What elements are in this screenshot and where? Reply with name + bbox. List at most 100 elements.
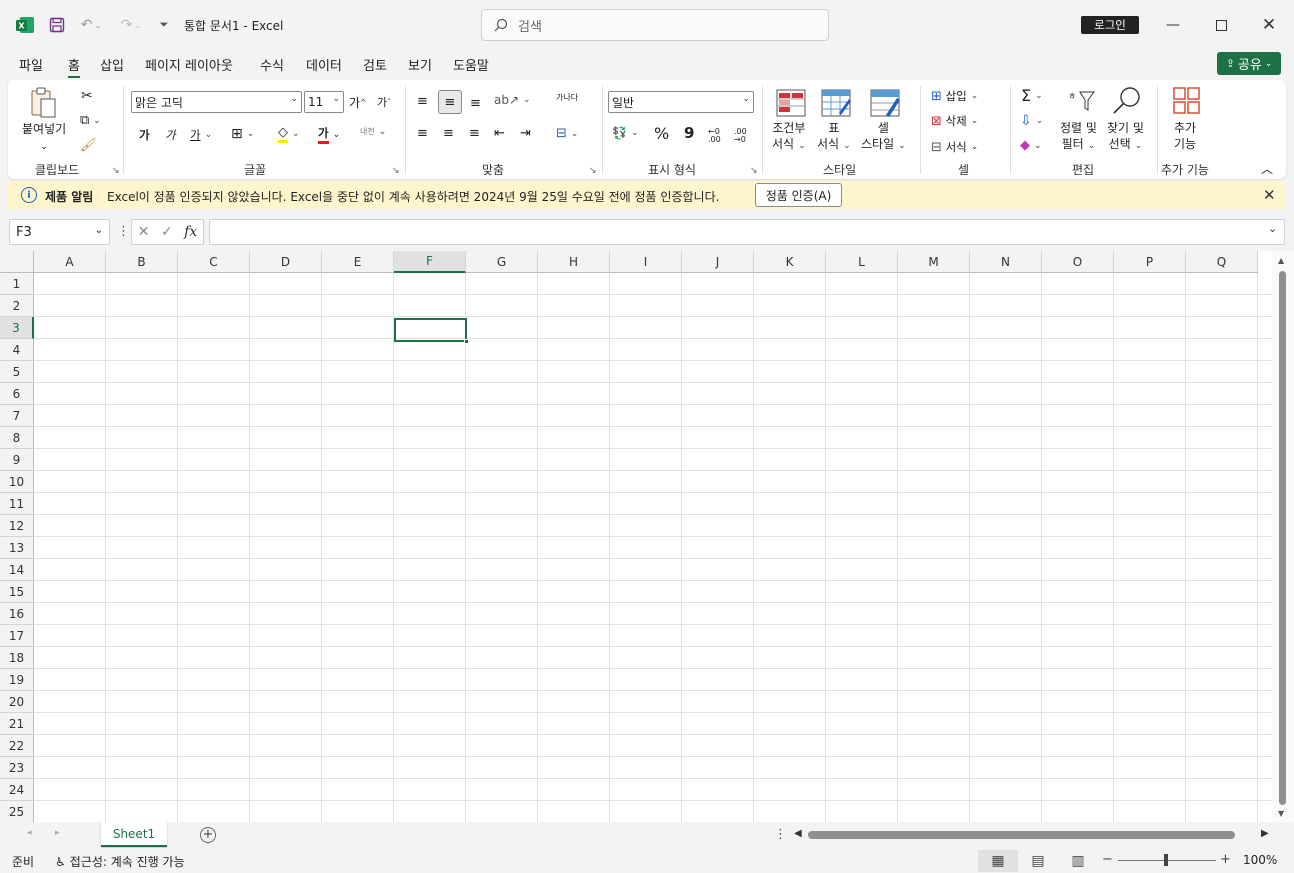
row-header[interactable]: 10 bbox=[0, 471, 34, 493]
row-header[interactable]: 16 bbox=[0, 603, 34, 625]
column-header[interactable]: K bbox=[754, 251, 826, 273]
conditional-formatting-button[interactable]: 조건부 서식 ⌄ bbox=[772, 120, 806, 154]
cell-styles-icon[interactable] bbox=[870, 89, 900, 117]
active-cell[interactable] bbox=[394, 318, 467, 342]
format-painter-icon[interactable]: 🖌 bbox=[80, 138, 97, 153]
borders-icon[interactable]: ⊞ ⌄ bbox=[231, 126, 254, 142]
increase-decimal-button[interactable]: ←0 .00 bbox=[708, 128, 726, 144]
align-bottom-icon[interactable]: ≡ bbox=[470, 96, 481, 111]
fill-handle[interactable] bbox=[464, 339, 469, 344]
align-center-icon[interactable]: ≡ bbox=[443, 126, 454, 141]
column-header[interactable]: A bbox=[34, 251, 106, 273]
wrap-text-button[interactable]: 가나다 bbox=[556, 94, 578, 102]
formula-input[interactable] bbox=[209, 219, 1285, 245]
close-notice-icon[interactable]: ✕ bbox=[1263, 186, 1276, 204]
enter-icon[interactable]: ✓ bbox=[161, 224, 173, 240]
tab-view[interactable]: 보기 bbox=[408, 55, 432, 74]
maximize-icon[interactable] bbox=[1210, 14, 1232, 36]
tab-insert[interactable]: 삽입 bbox=[100, 55, 124, 74]
column-header[interactable]: G bbox=[466, 251, 538, 273]
delete-cells-button[interactable]: ⊠ 삭제 ⌄ bbox=[931, 113, 978, 129]
cut-icon[interactable]: ✂ bbox=[81, 88, 93, 104]
zoom-slider-thumb[interactable] bbox=[1164, 854, 1168, 866]
column-header[interactable]: Q bbox=[1186, 251, 1258, 273]
tab-file[interactable]: 파일 bbox=[19, 55, 43, 74]
font-size-select[interactable]: 11 ⌄ bbox=[304, 91, 344, 113]
more-options-icon[interactable]: ⋮ bbox=[117, 224, 130, 239]
scroll-up-icon[interactable]: ▲ bbox=[1278, 256, 1284, 265]
row-header[interactable]: 17 bbox=[0, 625, 34, 647]
tab-review[interactable]: 검토 bbox=[363, 55, 387, 74]
column-header[interactable]: J bbox=[682, 251, 754, 273]
row-header[interactable]: 4 bbox=[0, 339, 34, 361]
align-top-icon[interactable]: ≡ bbox=[417, 94, 428, 109]
scroll-down-icon[interactable]: ▼ bbox=[1278, 809, 1284, 818]
zoom-out-icon[interactable]: − bbox=[1102, 852, 1113, 867]
column-header[interactable]: F bbox=[394, 251, 466, 273]
phonetic-button[interactable]: 내천 ⌄ bbox=[360, 126, 386, 137]
customize-quick-access-icon[interactable]: ⏷ bbox=[153, 14, 175, 36]
scroll-right-icon[interactable]: ▶ bbox=[1261, 828, 1269, 839]
copy-icon[interactable]: ⧉ ⌄ bbox=[80, 113, 101, 128]
align-middle-icon[interactable]: ≡ bbox=[438, 90, 462, 114]
column-header[interactable]: B bbox=[106, 251, 178, 273]
sort-filter-icon[interactable]: ㅎ bbox=[1066, 88, 1096, 114]
row-header[interactable]: 15 bbox=[0, 581, 34, 603]
column-header[interactable]: D bbox=[250, 251, 322, 273]
row-header[interactable]: 12 bbox=[0, 515, 34, 537]
tab-data[interactable]: 데이터 bbox=[306, 55, 342, 74]
number-format-select[interactable]: 일반 ⌄ bbox=[608, 91, 754, 113]
page-layout-view-icon[interactable]: ▤ bbox=[1018, 850, 1058, 872]
row-header[interactable]: 25 bbox=[0, 801, 34, 823]
column-header[interactable]: H bbox=[538, 251, 610, 273]
column-header[interactable]: M bbox=[898, 251, 970, 273]
normal-view-icon[interactable]: ▦ bbox=[978, 850, 1018, 872]
column-header[interactable]: E bbox=[322, 251, 394, 273]
row-header[interactable]: 20 bbox=[0, 691, 34, 713]
add-sheet-icon[interactable]: + bbox=[200, 827, 216, 843]
sheet-options-icon[interactable]: ⋮ bbox=[774, 827, 787, 842]
cancel-icon[interactable]: ✕ bbox=[138, 224, 150, 240]
minimize-icon[interactable]: — bbox=[1162, 14, 1184, 36]
worksheet-grid[interactable]: ABCDEFGHIJKLMNOPQ 1 2 3 4 5 6 7 8 9 10 11 12 13 14 15 1… bbox=[0, 251, 1294, 823]
percent-button[interactable]: % bbox=[654, 124, 669, 143]
format-cells-button[interactable]: ⊟ 서식 ⌄ bbox=[931, 139, 978, 155]
orientation-icon[interactable]: ab↗ ⌄ bbox=[494, 93, 531, 107]
select-all-corner[interactable] bbox=[0, 251, 34, 273]
row-header[interactable]: 21 bbox=[0, 713, 34, 735]
clipboard-launcher-icon[interactable]: ↘ bbox=[112, 166, 120, 176]
row-header[interactable]: 14 bbox=[0, 559, 34, 581]
accessibility-status[interactable]: ♿ 접근성: 계속 진행 가능 bbox=[55, 853, 185, 870]
font-name-select[interactable]: 맑은 고딕 ⌄ bbox=[131, 91, 302, 113]
insert-cells-button[interactable]: ⊞ 삽입 ⌄ bbox=[931, 88, 978, 104]
expand-formula-bar-icon[interactable]: ⌄ bbox=[1268, 222, 1277, 235]
undo-icon[interactable]: ↶ ⌄ bbox=[76, 14, 106, 36]
zoom-level[interactable]: 100% bbox=[1243, 853, 1277, 867]
tab-home[interactable]: 홈 bbox=[68, 55, 80, 78]
alignment-launcher-icon[interactable]: ↘ bbox=[589, 166, 597, 176]
cell-styles-button[interactable]: 셀 스타일 ⌄ bbox=[861, 120, 906, 154]
fill-color-icon[interactable]: ◇ ⌄ bbox=[278, 125, 300, 143]
add-ins-icon[interactable] bbox=[1173, 87, 1201, 115]
comma-style-button[interactable]: 9 bbox=[684, 124, 694, 142]
italic-button[interactable]: 가 bbox=[165, 127, 176, 143]
merge-center-icon[interactable]: ⊟ ⌄ bbox=[556, 126, 578, 141]
grow-font-button[interactable]: 가 ^ bbox=[349, 94, 367, 111]
page-break-view-icon[interactable]: ▥ bbox=[1058, 850, 1098, 872]
zoom-in-icon[interactable]: + bbox=[1220, 852, 1231, 867]
column-header[interactable]: I bbox=[610, 251, 682, 273]
collapse-ribbon-icon[interactable]: ︿ bbox=[1261, 160, 1273, 177]
row-header[interactable]: 24 bbox=[0, 779, 34, 801]
horizontal-scroll-thumb[interactable] bbox=[808, 831, 1235, 839]
row-header[interactable]: 13 bbox=[0, 537, 34, 559]
row-header[interactable]: 2 bbox=[0, 295, 34, 317]
tab-formulas[interactable]: 수식 bbox=[260, 55, 284, 74]
row-header[interactable]: 22 bbox=[0, 735, 34, 757]
row-header[interactable]: 1 bbox=[0, 273, 34, 295]
row-header[interactable]: 9 bbox=[0, 449, 34, 471]
row-header[interactable]: 7 bbox=[0, 405, 34, 427]
fill-icon[interactable]: ⇩ ⌄ bbox=[1020, 113, 1043, 129]
row-header[interactable]: 5 bbox=[0, 361, 34, 383]
sort-filter-button[interactable]: 정렬 및 필터 ⌄ bbox=[1060, 120, 1097, 154]
accounting-format-icon[interactable]: 💱 ⌄ bbox=[612, 126, 639, 140]
